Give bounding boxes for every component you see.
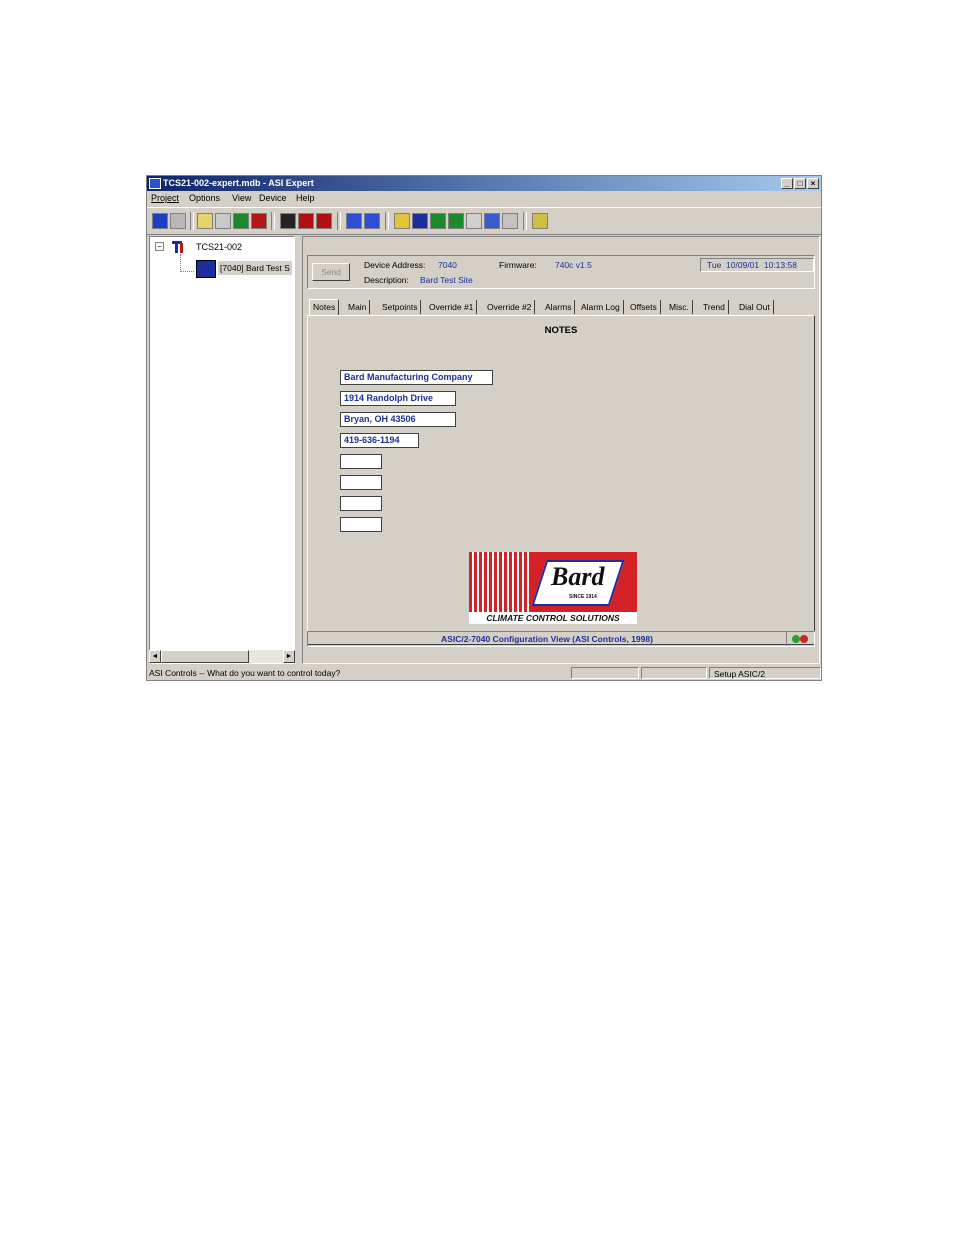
notes-line-2[interactable]: 1914 Randolph Drive bbox=[340, 391, 456, 406]
app-icon bbox=[149, 178, 161, 189]
toolbar-separator bbox=[190, 212, 194, 230]
minimize-button[interactable]: _ bbox=[781, 178, 793, 189]
toolbar-separator bbox=[337, 212, 341, 230]
scroll-left-button[interactable]: ◄ bbox=[149, 650, 161, 663]
save-icon[interactable] bbox=[280, 213, 296, 229]
logo-tagline: CLIMATE CONTROL SOLUTIONS bbox=[486, 613, 620, 623]
dos2-icon[interactable] bbox=[364, 213, 380, 229]
send-button[interactable]: Send bbox=[312, 263, 350, 281]
app-window: TCS21-002-expert.mdb - ASI Expert _ □ × … bbox=[146, 175, 822, 681]
tab-override-1[interactable]: Override #1 bbox=[426, 300, 478, 314]
logo-wordmark: Bard bbox=[551, 562, 605, 591]
green-screen2-icon[interactable] bbox=[448, 213, 464, 229]
tab-misc[interactable]: Misc. bbox=[666, 300, 693, 314]
green-light-icon bbox=[792, 635, 800, 643]
tab-setpoints[interactable]: Setpoints bbox=[379, 300, 422, 314]
grid-icon[interactable] bbox=[466, 213, 482, 229]
status-lights bbox=[786, 632, 814, 646]
clock-icon[interactable] bbox=[484, 213, 500, 229]
collapse-icon[interactable]: − bbox=[155, 242, 164, 251]
tab-dial-out[interactable]: Dial Out bbox=[736, 300, 774, 314]
tree-root-label[interactable]: TCS21-002 bbox=[196, 242, 242, 252]
window-title: TCS21-002-expert.mdb - ASI Expert bbox=[163, 178, 314, 188]
sync-icon[interactable] bbox=[251, 213, 267, 229]
toolbar bbox=[147, 207, 821, 235]
tab-strip: Notes Main Setpoints Override #1 Overrid… bbox=[307, 299, 817, 316]
save-all-icon[interactable] bbox=[316, 213, 332, 229]
firmware-value: 740c v1.5 bbox=[555, 260, 592, 270]
wrench-icon[interactable] bbox=[170, 213, 186, 229]
tab-trend[interactable]: Trend bbox=[700, 300, 729, 314]
status-cell-2 bbox=[641, 667, 707, 679]
notes-line-7[interactable] bbox=[340, 496, 382, 511]
tab-alarm-log[interactable]: Alarm Log bbox=[578, 300, 624, 314]
connect-icon[interactable] bbox=[152, 213, 168, 229]
notes-line-6[interactable] bbox=[340, 475, 382, 490]
dos-icon[interactable] bbox=[346, 213, 362, 229]
tree-line bbox=[180, 254, 182, 272]
close-button[interactable]: × bbox=[807, 178, 819, 189]
notes-panel: NOTES Bard Manufacturing Company 1914 Ra… bbox=[307, 315, 815, 645]
tree-child-label[interactable]: [7040] Bard Test S bbox=[218, 261, 292, 275]
ti-icon[interactable] bbox=[412, 213, 428, 229]
menu-help[interactable]: Help bbox=[296, 191, 315, 206]
save-red-icon[interactable] bbox=[298, 213, 314, 229]
tab-notes[interactable]: Notes bbox=[309, 299, 340, 316]
title-bar[interactable]: TCS21-002-expert.mdb - ASI Expert _ □ × bbox=[147, 176, 821, 191]
device-icon bbox=[196, 260, 216, 278]
device-datetime: Tue 10/09/01 10:13:58 bbox=[700, 258, 814, 272]
notes-line-4[interactable]: 419-636-1194 bbox=[340, 433, 419, 448]
status-cell-setup: Setup ASIC/2 bbox=[709, 667, 821, 679]
toolbar-separator bbox=[385, 212, 389, 230]
device-info-panel: Send Device Address: 7040 Firmware: 740c… bbox=[307, 255, 815, 289]
device-view: Send Device Address: 7040 Firmware: 740c… bbox=[302, 236, 820, 664]
table-icon[interactable] bbox=[502, 213, 518, 229]
view-footer-text: ASIC/2-7040 Configuration View (ASI Cont… bbox=[441, 634, 653, 644]
description-label: Description: bbox=[364, 275, 409, 285]
description-value: Bard Test Site bbox=[420, 275, 473, 285]
project-tree[interactable]: − TCS21-002 [7040] Bard Test S bbox=[149, 236, 295, 664]
firmware-label: Firmware: bbox=[499, 260, 537, 270]
report-icon[interactable] bbox=[532, 213, 548, 229]
menu-project[interactable]: Project bbox=[151, 191, 179, 206]
view-footer: ASIC/2-7040 Configuration View (ASI Cont… bbox=[307, 631, 815, 647]
device-address-label: Device Address: bbox=[364, 260, 426, 270]
tree-line bbox=[180, 271, 194, 273]
menu-view[interactable]: View bbox=[232, 191, 251, 206]
menu-device[interactable]: Device bbox=[259, 191, 287, 206]
tab-alarms[interactable]: Alarms bbox=[542, 300, 576, 314]
toolbar-separator bbox=[271, 212, 275, 230]
toolbar-separator bbox=[523, 212, 527, 230]
tab-offsets[interactable]: Offsets bbox=[627, 300, 661, 314]
status-cell-1 bbox=[571, 667, 639, 679]
notes-line-3[interactable]: Bryan, OH 43506 bbox=[340, 412, 456, 427]
bard-logo: Bard SINCE 1914 CLIMATE CONTROL SOLUTION… bbox=[469, 552, 637, 624]
tree-scrollbar[interactable]: ◄ ► bbox=[149, 650, 295, 663]
logo-since: SINCE 1914 bbox=[569, 594, 597, 600]
tab-main[interactable]: Main bbox=[345, 300, 371, 314]
notes-line-1[interactable]: Bard Manufacturing Company bbox=[340, 370, 493, 385]
scroll-right-button[interactable]: ► bbox=[283, 650, 295, 663]
logo-stripes bbox=[469, 552, 529, 612]
notes-line-5[interactable] bbox=[340, 454, 382, 469]
menu-options[interactable]: Options bbox=[189, 191, 220, 206]
status-message: ASI Controls -- What do you want to cont… bbox=[149, 668, 341, 678]
status-bar: ASI Controls -- What do you want to cont… bbox=[147, 666, 821, 680]
menu-bar: Project Options View Device Help bbox=[147, 191, 821, 206]
binoculars-icon[interactable] bbox=[233, 213, 249, 229]
project-icon bbox=[170, 240, 184, 254]
notes-heading: NOTES bbox=[544, 325, 578, 336]
green-screen-icon[interactable] bbox=[430, 213, 446, 229]
tab-override-2[interactable]: Override #2 bbox=[484, 300, 536, 314]
open-icon[interactable] bbox=[197, 213, 213, 229]
scroll-thumb[interactable] bbox=[161, 650, 249, 663]
restore-button[interactable]: □ bbox=[794, 178, 806, 189]
red-light-icon bbox=[800, 635, 808, 643]
list-icon[interactable] bbox=[215, 213, 231, 229]
device-address-value: 7040 bbox=[438, 260, 457, 270]
notes-line-8[interactable] bbox=[340, 517, 382, 532]
home-icon[interactable] bbox=[394, 213, 410, 229]
